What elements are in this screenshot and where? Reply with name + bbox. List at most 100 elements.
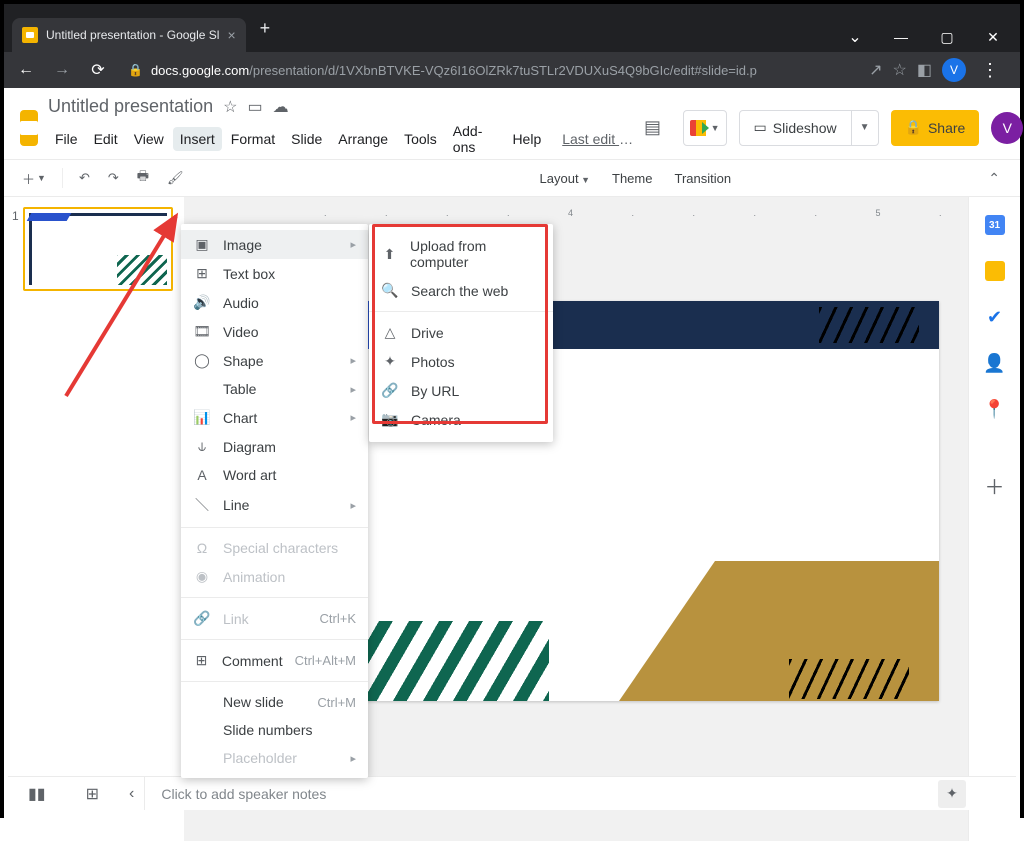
filmstrip-view-icon[interactable]: ▮▮ [8,784,66,804]
drive-icon: △ [381,324,399,341]
share-button[interactable]: 🔒Share [891,110,980,146]
close-tab-icon[interactable]: × [227,27,235,43]
menu-edit[interactable]: Edit [87,127,125,151]
share-page-icon[interactable]: ↗ [869,60,882,80]
url-host: docs.google.com [151,63,249,78]
speaker-notes[interactable]: Click to add speaker notes [144,777,928,810]
special-chars-icon: Ω [193,540,211,556]
slide-decoration [359,621,549,701]
insert-comment-item[interactable]: ⊞CommentCtrl+Alt+M [181,646,368,675]
submenu-arrow-icon: ▸ [350,752,356,765]
image-photos-item[interactable]: ✦Photos [369,347,553,376]
image-by-url-item[interactable]: 🔗By URL [369,376,553,405]
collapse-filmstrip-icon[interactable]: ‹ [119,785,144,803]
maximize-button[interactable]: ▢ [924,22,970,52]
menu-tools[interactable]: Tools [397,127,444,151]
slideshow-button[interactable]: ▭Slideshow ▼ [739,110,879,146]
insert-textbox-item[interactable]: ⊞Text box [181,259,368,288]
insert-audio-item[interactable]: 🔊Audio [181,288,368,317]
present-meet-button[interactable]: ▼ [683,110,727,146]
document-title[interactable]: Untitled presentation [48,96,213,117]
bookmark-star-icon[interactable]: ☆ [893,60,907,80]
menu-arrange[interactable]: Arrange [331,127,395,151]
add-addon-icon[interactable]: ＋ [985,475,1005,495]
comment-icon: ⊞ [193,652,210,669]
collapse-toolbar-icon[interactable]: ⌃ [980,166,1008,191]
browser-menu-icon[interactable]: ⋮ [976,60,1004,81]
insert-slide-numbers-item[interactable]: Slide numbers [181,716,368,744]
insert-line-item[interactable]: ＼Line▸ [181,489,368,521]
last-edit-link[interactable]: Last edit wa... [562,131,634,147]
menu-insert[interactable]: Insert [173,127,222,151]
account-avatar[interactable]: V [991,112,1023,144]
browser-profile-avatar[interactable]: V [942,58,966,82]
maps-icon[interactable]: 📍 [985,399,1005,419]
insert-link-item: 🔗LinkCtrl+K [181,604,368,633]
image-upload-item[interactable]: ⬆Upload from computer [369,232,553,276]
insert-placeholder-item: Placeholder▸ [181,744,368,772]
image-camera-item[interactable]: 📷Camera [369,405,553,434]
new-slide-button[interactable]: ＋▼ [16,165,52,192]
forward-button: → [48,56,76,84]
paint-format-button[interactable]: 🖌 [161,166,190,190]
close-window-button[interactable]: ✕ [970,22,1016,52]
submenu-arrow-icon: ▸ [350,499,356,512]
menu-slide[interactable]: Slide [284,127,329,151]
insert-shape-item[interactable]: ◯Shape▸ [181,346,368,375]
insert-wordart-item[interactable]: AWord art [181,461,368,489]
image-drive-item[interactable]: △Drive [369,318,553,347]
lock-icon: 🔒 [128,63,143,77]
star-icon[interactable]: ☆ [223,97,237,117]
explore-button[interactable]: ✦ [938,780,966,808]
menu-view[interactable]: View [127,127,171,151]
meet-icon [690,120,710,136]
insert-diagram-item[interactable]: ⫝Diagram [181,432,368,461]
url-bar[interactable]: 🔒 docs.google.com/presentation/d/1VXbnBT… [120,63,853,78]
menu-help[interactable]: Help [505,127,548,151]
image-search-web-item[interactable]: 🔍Search the web [369,276,553,305]
new-tab-button[interactable]: + [246,18,285,39]
upload-icon: ⬆ [381,246,398,263]
insert-image-item[interactable]: ▣Image▸ [181,230,368,259]
menu-format[interactable]: Format [224,127,282,151]
insert-new-slide-item[interactable]: New slideCtrl+M [181,688,368,716]
insert-video-item[interactable]: 🎞Video [181,317,368,346]
reload-button[interactable]: ⟳ [84,56,112,84]
print-button[interactable]: 🖶 [131,163,155,193]
calendar-icon[interactable] [985,215,1005,235]
insert-chart-item[interactable]: 📊Chart▸ [181,403,368,432]
image-icon: ▣ [193,236,211,253]
chevron-down-icon[interactable]: ⌄ [832,22,878,52]
slide-thumbnail-1[interactable] [23,207,173,291]
open-comments-icon[interactable]: ▤ [635,110,671,146]
slides-logo[interactable] [20,110,38,146]
grid-view-icon[interactable]: ⊞ [66,784,119,804]
menu-file[interactable]: File [48,127,85,151]
horizontal-ruler: . . . . 4 . . . . 5 . . . . 6 . . . . 7 … [224,205,928,221]
extensions-icon[interactable]: ◧ [917,60,932,80]
insert-table-item[interactable]: Table▸ [181,375,368,403]
text-box-icon: ⊞ [193,265,211,282]
image-submenu: ⬆Upload from computer 🔍Search the web △D… [369,224,553,442]
minimize-button[interactable]: — [878,22,924,52]
app-header: Untitled presentation ☆ ▭ ☁ File Edit Vi… [4,88,1020,159]
redo-button[interactable]: ↷ [102,166,125,190]
link-icon: 🔗 [193,610,211,627]
tasks-icon[interactable]: ✔ [985,307,1005,327]
back-button[interactable]: ← [12,56,40,84]
transition-button[interactable]: Transition [666,167,739,190]
layout-dropdown[interactable]: Layout ▼ [532,167,598,190]
move-to-folder-icon[interactable]: ▭ [247,97,262,117]
theme-button[interactable]: Theme [604,167,660,190]
cloud-saved-icon[interactable]: ☁ [273,97,289,117]
chart-icon: 📊 [193,409,211,426]
menu-addons[interactable]: Add-ons [446,119,504,159]
contacts-icon[interactable]: 👤 [985,353,1005,373]
slideshow-options-caret[interactable]: ▼ [851,111,878,145]
slide-filmstrip: 1 [4,197,184,841]
browser-tab[interactable]: Untitled presentation - Google Sl × [12,18,246,52]
undo-button[interactable]: ↶ [73,166,96,190]
line-icon: ＼ [193,495,211,515]
keep-icon[interactable] [985,261,1005,281]
slide-decoration [819,307,919,343]
